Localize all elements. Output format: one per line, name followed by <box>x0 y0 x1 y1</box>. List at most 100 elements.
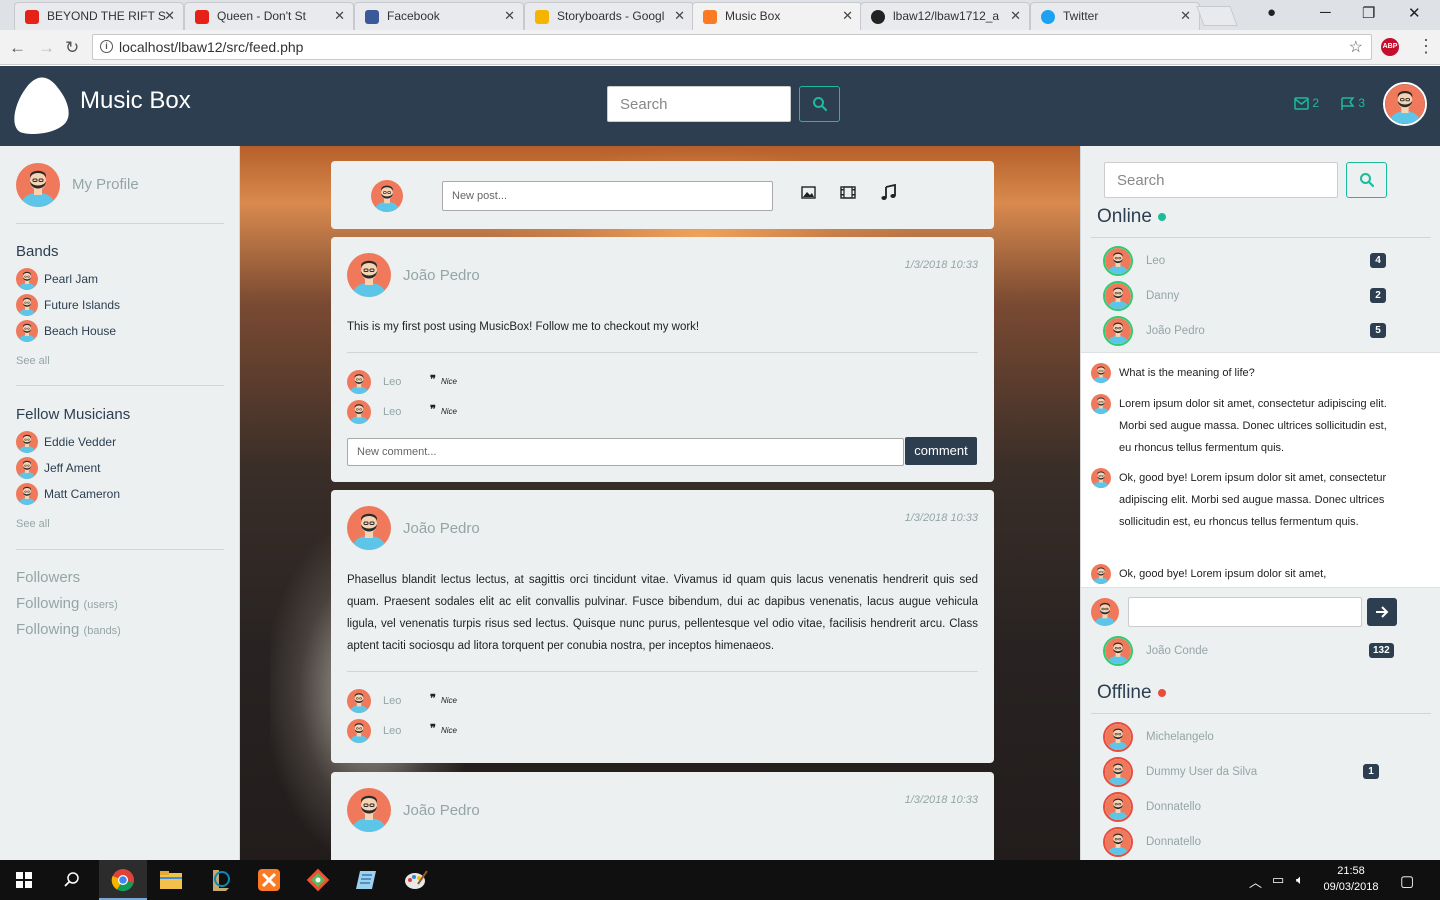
offline-friend[interactable]: Donnatello <box>1103 827 1403 857</box>
back-icon[interactable]: ← <box>9 38 26 58</box>
close-tab-icon[interactable]: ✕ <box>334 8 345 24</box>
avatar[interactable] <box>347 506 391 550</box>
followers-link[interactable]: Followers <box>16 569 80 586</box>
band-item[interactable]: Beach House <box>16 320 116 342</box>
my-profile-link[interactable]: My Profile <box>72 176 139 193</box>
action-center-icon[interactable]: ▢ <box>1400 872 1414 890</box>
avatar <box>1103 757 1133 787</box>
notepad-taskbar-button[interactable] <box>343 860 391 900</box>
following-bands-label: (bands) <box>83 625 121 637</box>
musician-item[interactable]: Eddie Vedder <box>16 431 116 453</box>
info-icon[interactable]: i <box>100 40 113 53</box>
image-icon[interactable] <box>801 186 816 203</box>
new-tab-button[interactable] <box>1196 6 1238 26</box>
file-explorer-taskbar-button[interactable] <box>147 860 195 900</box>
chevron-up-icon[interactable]: ︿ <box>1249 872 1262 891</box>
offline-friend[interactable]: Michelangelo <box>1103 722 1403 752</box>
friend-name: Donnatello <box>1146 801 1201 813</box>
browser-tab[interactable]: Queen - Don't St ✕ <box>184 2 354 30</box>
brand-name[interactable]: Music Box <box>80 87 191 115</box>
chat-send-button[interactable] <box>1367 598 1397 626</box>
comment-author[interactable]: Leo <box>383 695 401 707</box>
league-taskbar-button[interactable] <box>196 860 244 900</box>
new-post-input[interactable]: New post... <box>442 181 773 211</box>
video-icon[interactable] <box>840 186 856 203</box>
xampp-taskbar-button[interactable] <box>245 860 293 900</box>
close-window-icon[interactable]: ✕ <box>1408 4 1421 22</box>
comment-button[interactable]: comment <box>905 437 977 465</box>
musician-item[interactable]: Matt Cameron <box>16 483 120 505</box>
post-author[interactable]: João Pedro <box>403 802 480 819</box>
start-button[interactable] <box>0 860 48 900</box>
minimize-icon[interactable]: ─ <box>1320 4 1331 21</box>
forward-icon[interactable]: → <box>38 38 55 58</box>
unread-badge: 132 <box>1369 643 1394 658</box>
address-bar[interactable]: i localhost/lbaw12/src/feed.php ☆ <box>92 34 1372 60</box>
browser-menu-icon[interactable]: ⋮ <box>1417 36 1435 57</box>
system-clock[interactable]: 21:58 09/03/2018 <box>1318 863 1384 895</box>
browser-tab[interactable]: Storyboards - Googl ✕ <box>524 2 694 30</box>
network-icon[interactable]: ▭ <box>1272 872 1284 888</box>
browser-tab[interactable]: Twitter ✕ <box>1030 2 1200 30</box>
offline-friend[interactable]: Donnatello <box>1103 792 1403 822</box>
windows-logo-icon <box>16 872 32 888</box>
user-avatar[interactable] <box>1383 82 1427 126</box>
chat-input[interactable] <box>1128 597 1362 627</box>
online-friend[interactable]: João Conde 132 <box>1103 636 1403 666</box>
online-friend[interactable]: Leo 4 <box>1103 246 1403 276</box>
friends-search-input[interactable]: Search <box>1104 162 1338 198</box>
avatar <box>1091 564 1111 584</box>
git-taskbar-button[interactable] <box>294 860 342 900</box>
profile-icon[interactable]: ● <box>1267 4 1276 21</box>
band-item[interactable]: Pearl Jam <box>16 268 98 290</box>
band-item[interactable]: Future Islands <box>16 294 120 316</box>
post-author[interactable]: João Pedro <box>403 267 480 284</box>
browser-tab-active[interactable]: Music Box ✕ <box>692 2 862 30</box>
avatar[interactable] <box>16 163 60 207</box>
band-name: Pearl Jam <box>44 272 99 286</box>
reload-icon[interactable]: ↻ <box>65 38 79 58</box>
online-friend[interactable]: João Pedro 5 <box>1103 316 1403 346</box>
header-search-button[interactable] <box>799 86 840 122</box>
close-tab-icon[interactable]: ✕ <box>1010 8 1021 24</box>
chat-window[interactable]: What is the meaning of life? Lorem ipsum… <box>1081 352 1440 588</box>
close-tab-icon[interactable]: ✕ <box>504 8 515 24</box>
new-comment-input[interactable]: New comment... <box>347 438 904 466</box>
notifications-button[interactable]: 3 <box>1340 96 1365 111</box>
comment-author[interactable]: Leo <box>383 376 401 388</box>
following-bands-link[interactable]: Following (bands) <box>16 621 121 638</box>
messages-button[interactable]: 2 <box>1294 96 1319 111</box>
close-tab-icon[interactable]: ✕ <box>164 8 175 24</box>
close-tab-icon[interactable]: ✕ <box>674 8 685 24</box>
paint-taskbar-button[interactable] <box>392 860 440 900</box>
chrome-taskbar-button[interactable] <box>99 860 147 900</box>
music-box-logo[interactable] <box>12 74 72 134</box>
post-author[interactable]: João Pedro <box>403 520 480 537</box>
close-tab-icon[interactable]: ✕ <box>1180 8 1191 24</box>
tab-title: Twitter <box>1063 9 1099 23</box>
offline-friend[interactable]: Dummy User da Silva 1 <box>1103 757 1403 787</box>
bookmark-star-icon[interactable]: ☆ <box>1349 37 1363 57</box>
avatar[interactable] <box>347 253 391 297</box>
avatar[interactable] <box>347 788 391 832</box>
music-icon[interactable] <box>880 183 896 204</box>
maximize-icon[interactable]: ❐ <box>1362 4 1375 22</box>
volume-icon[interactable]: 🔈︎ <box>1296 872 1304 888</box>
following-users-link[interactable]: Following (users) <box>16 595 118 612</box>
friends-search-button[interactable] <box>1346 162 1387 198</box>
search-taskbar-button[interactable] <box>48 860 96 900</box>
bands-see-all-link[interactable]: See all <box>16 355 50 367</box>
divider <box>16 223 224 224</box>
post-date: 1/3/2018 10:33 <box>904 794 978 806</box>
browser-tab[interactable]: Facebook ✕ <box>354 2 524 30</box>
close-tab-icon[interactable]: ✕ <box>842 8 853 24</box>
musicians-see-all-link[interactable]: See all <box>16 518 50 530</box>
comment-author[interactable]: Leo <box>383 406 401 418</box>
online-friend[interactable]: Danny 2 <box>1103 281 1403 311</box>
comment-author[interactable]: Leo <box>383 725 401 737</box>
adblock-icon[interactable]: ABP <box>1381 38 1399 56</box>
browser-tab[interactable]: lbaw12/lbaw1712_a ✕ <box>860 2 1030 30</box>
header-search-input[interactable]: Search <box>607 86 791 122</box>
browser-tab[interactable]: BEYOND THE RIFT S ✕ <box>14 2 184 30</box>
musician-item[interactable]: Jeff Ament <box>16 457 100 479</box>
